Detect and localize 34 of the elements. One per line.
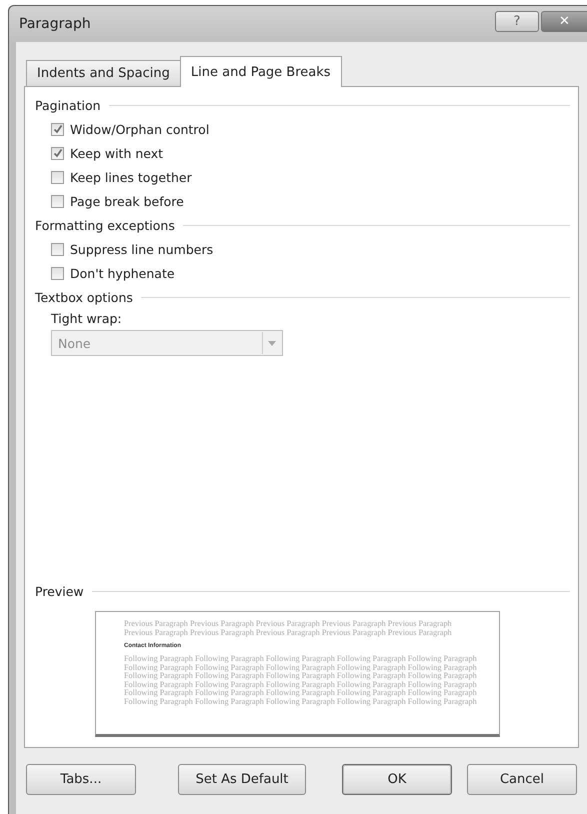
dialog-button[interactable]: OK — [342, 764, 452, 794]
checkbox[interactable] — [51, 122, 64, 136]
checkbox-label: Suppress line numbers — [70, 242, 214, 256]
checkbox-label: Keep lines together — [70, 170, 192, 184]
dialog-button[interactable]: Set As Default — [178, 764, 306, 794]
checkbox[interactable] — [51, 194, 64, 208]
section-title: Preview — [35, 584, 84, 598]
preview-text: Previous Paragraph Previous Paragraph Previous Paragraph Previous Paragraph Previous Paragraph — [124, 628, 453, 637]
preview-text: Following Paragraph Following Paragraph Following Paragraph Following Paragraph Following Paragraph — [124, 672, 478, 680]
checkbox[interactable] — [51, 170, 64, 184]
dialog-button[interactable]: Cancel — [467, 764, 577, 794]
tab[interactable]: Line and Page Breaks — [180, 56, 342, 87]
preview-text: Following Paragraph Following Paragraph Following Paragraph Following Paragraph Following Paragraph — [124, 698, 478, 706]
tab[interactable]: Indents and Spacing — [26, 60, 181, 86]
preview-text: Previous Paragraph Previous Paragraph Previous Paragraph Previous Paragraph Previous Paragraph — [124, 620, 453, 628]
checkbox[interactable] — [51, 266, 64, 280]
preview-text: Following Paragraph Following Paragraph Following Paragraph Following Paragraph Following Paragraph — [124, 680, 478, 689]
dropdown-arrow-icon — [268, 340, 276, 346]
section-title: Textbox options — [35, 290, 133, 304]
dialog-button[interactable]: Tabs... — [26, 764, 136, 794]
section-title: Formatting exceptions — [35, 218, 175, 232]
checkbox[interactable] — [51, 146, 64, 160]
help-button[interactable]: ? — [495, 10, 539, 32]
checkbox-label: Page break before — [70, 194, 184, 208]
preview-text: Following Paragraph Following Paragraph Following Paragraph Following Paragraph Following Paragraph — [124, 655, 478, 664]
preview-text: Following Paragraph Following Paragraph Following Paragraph Following Paragraph Following Paragraph — [124, 689, 478, 698]
checkbox[interactable] — [51, 242, 64, 256]
preview-text: Following Paragraph Following Paragraph Following Paragraph Following Paragraph Following Paragraph — [124, 664, 478, 672]
checkbox-label: Keep with next — [70, 146, 164, 160]
window-title: Paragraph — [19, 16, 91, 32]
field-label: Tight wrap: — [51, 311, 123, 326]
section-title: Pagination — [35, 98, 101, 112]
checkbox-label: Don't hyphenate — [70, 266, 175, 280]
checkbox-label: Widow/Orphan control — [70, 122, 210, 136]
